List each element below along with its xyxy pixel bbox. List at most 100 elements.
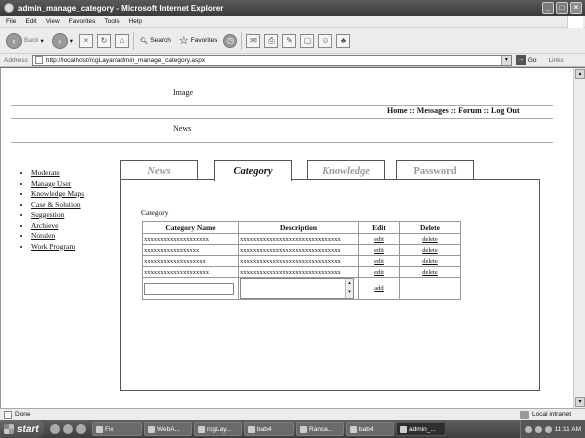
zone-label: Local intranet [531, 411, 571, 418]
chevron-down-icon[interactable]: ▾ [500, 55, 511, 65]
intranet-icon [519, 410, 529, 419]
search-icon: 🔍︎ [139, 37, 149, 45]
add-link[interactable]: add [374, 285, 383, 292]
favorites-button[interactable]: ☆ Favorites [177, 31, 220, 51]
quicklaunch-icon[interactable] [63, 424, 73, 434]
edit-icon[interactable]: ✎ [282, 33, 297, 48]
window-title-bar: admin_manage_category - Microsoft Intern… [0, 0, 585, 16]
tab-category[interactable]: Category [214, 160, 292, 181]
table-header-row: Category Name Description Edit Delete [142, 221, 461, 234]
description-textarea[interactable]: ▴ ▾ [240, 278, 354, 299]
research-icon[interactable]: ♣ [336, 33, 351, 48]
chevron-down-icon: ▾ [40, 37, 44, 45]
start-button[interactable]: start [0, 420, 44, 438]
delete-link[interactable]: delete [422, 269, 438, 276]
delete-link[interactable]: delete [422, 236, 438, 243]
nav-logout-link[interactable]: Log Out [491, 106, 520, 115]
sidenav-link[interactable]: Manage User [31, 179, 71, 188]
category-name-input[interactable] [144, 282, 234, 295]
tray-icon[interactable] [534, 425, 542, 433]
sidenav-link[interactable]: Suggestion [31, 210, 64, 219]
delete-link[interactable]: delete [422, 247, 438, 254]
tab-news[interactable]: News [120, 160, 198, 180]
go-button[interactable]: → Go [515, 55, 537, 65]
table-row: xxxxxxxxxxxxxxxxxxxx xxxxxxxxxxxxxxxxxxx… [142, 266, 461, 278]
page-scrollbar[interactable]: ▴ ▾ [573, 68, 585, 408]
sidenav-link[interactable]: Moderate [31, 168, 60, 177]
menu-tools[interactable]: Tools [104, 18, 119, 25]
empty-cell [399, 277, 461, 300]
address-input[interactable]: http://localhost/rcgLayar/admin_manage_c… [31, 54, 512, 66]
print-icon[interactable]: ⎙ [264, 33, 279, 48]
windows-flag-icon [4, 424, 14, 434]
edit-link[interactable]: edit [374, 247, 384, 254]
tab-knowledge[interactable]: Knowledge [307, 160, 385, 180]
edit-link[interactable]: edit [374, 258, 384, 265]
task-label: Ranca... [309, 425, 334, 433]
scroll-up-icon[interactable]: ▴ [575, 69, 585, 79]
textarea-scrollbar[interactable]: ▴ ▾ [345, 279, 353, 298]
home-icon[interactable]: ⌂ [114, 33, 129, 48]
tab-password[interactable]: Password [396, 160, 474, 180]
toolbar-separator [132, 31, 134, 50]
messenger-icon[interactable]: ☺ [318, 33, 333, 48]
menu-view[interactable]: View [46, 18, 60, 25]
quicklaunch-icon[interactable] [50, 424, 60, 434]
taskbar-button-active[interactable]: admin_... [396, 422, 446, 436]
edit-link[interactable]: edit [374, 269, 384, 276]
forward-button[interactable]: › ▾ [50, 31, 75, 51]
nav-home-link[interactable]: Home [387, 106, 407, 115]
go-label: Go [527, 56, 537, 64]
minimize-button[interactable]: _ [542, 2, 554, 14]
favorites-label: Favorites [190, 37, 218, 44]
menu-favorites[interactable]: Favorites [69, 18, 96, 25]
search-button[interactable]: 🔍︎ Search [138, 31, 173, 51]
quicklaunch-icon[interactable] [76, 424, 86, 434]
page-icon [34, 56, 43, 64]
menu-file[interactable]: File [6, 18, 16, 25]
nav-forum-link[interactable]: Forum [458, 106, 482, 115]
tray-icon[interactable] [524, 425, 532, 433]
refresh-icon[interactable]: ↻ [96, 33, 111, 48]
sidenav-link[interactable]: Work Program [31, 242, 75, 251]
sidenav-link[interactable]: Archieve [31, 221, 58, 230]
ie-icon [400, 425, 407, 433]
clock: 11:11 AM [554, 425, 582, 433]
folder-icon [248, 425, 255, 433]
mail-icon[interactable]: ✉ [246, 33, 261, 48]
sidenav-link[interactable]: Knowledge Maps [31, 189, 84, 198]
maximize-button[interactable]: □ [556, 2, 568, 14]
task-label: Fix [105, 425, 114, 433]
chevron-down-icon: ▾ [69, 37, 73, 45]
system-tray: 11:11 AM [519, 420, 585, 438]
sidenav-item-notulen: Notulen [31, 231, 84, 242]
stop-icon[interactable]: × [78, 33, 93, 48]
close-button[interactable]: × [570, 2, 582, 14]
address-url: http://localhost/rcgLayar/admin_manage_c… [45, 56, 206, 64]
history-icon[interactable]: ◷ [223, 33, 238, 48]
new-category-row: ▴ ▾ add [142, 277, 461, 300]
tray-icon[interactable] [544, 425, 552, 433]
status-text: Done [15, 411, 31, 418]
sidenav-link[interactable]: Case & Solution [31, 200, 81, 209]
edit-link[interactable]: edit [374, 236, 384, 243]
taskbar-button[interactable]: Ranca... [296, 422, 344, 436]
sidenav-item-manage-user: Manage User [31, 179, 84, 190]
back-button[interactable]: ‹ Back ▾ [4, 31, 46, 51]
discuss-icon[interactable]: ▢ [300, 33, 315, 48]
delete-link[interactable]: delete [422, 258, 438, 265]
taskbar-button[interactable]: bab4 [346, 422, 394, 436]
nav-messages-link[interactable]: Messages [417, 106, 449, 115]
taskbar-button[interactable]: WebA... [144, 422, 192, 436]
menu-help[interactable]: Help [129, 18, 142, 25]
task-label: bab4 [359, 425, 374, 433]
security-zone: Local intranet [519, 410, 571, 419]
taskbar-button[interactable]: rcgLay... [194, 422, 242, 436]
taskbar-button[interactable]: bab4 [244, 422, 294, 436]
links-label[interactable]: Links [549, 57, 564, 64]
sidenav-link[interactable]: Notulen [31, 231, 55, 240]
scroll-down-icon[interactable]: ▾ [575, 397, 585, 407]
taskbar-button[interactable]: Fix [92, 422, 142, 436]
menu-edit[interactable]: Edit [25, 18, 36, 25]
category-name-cell: xxxxxxxxxxxxxxxxxxxx [142, 266, 239, 278]
